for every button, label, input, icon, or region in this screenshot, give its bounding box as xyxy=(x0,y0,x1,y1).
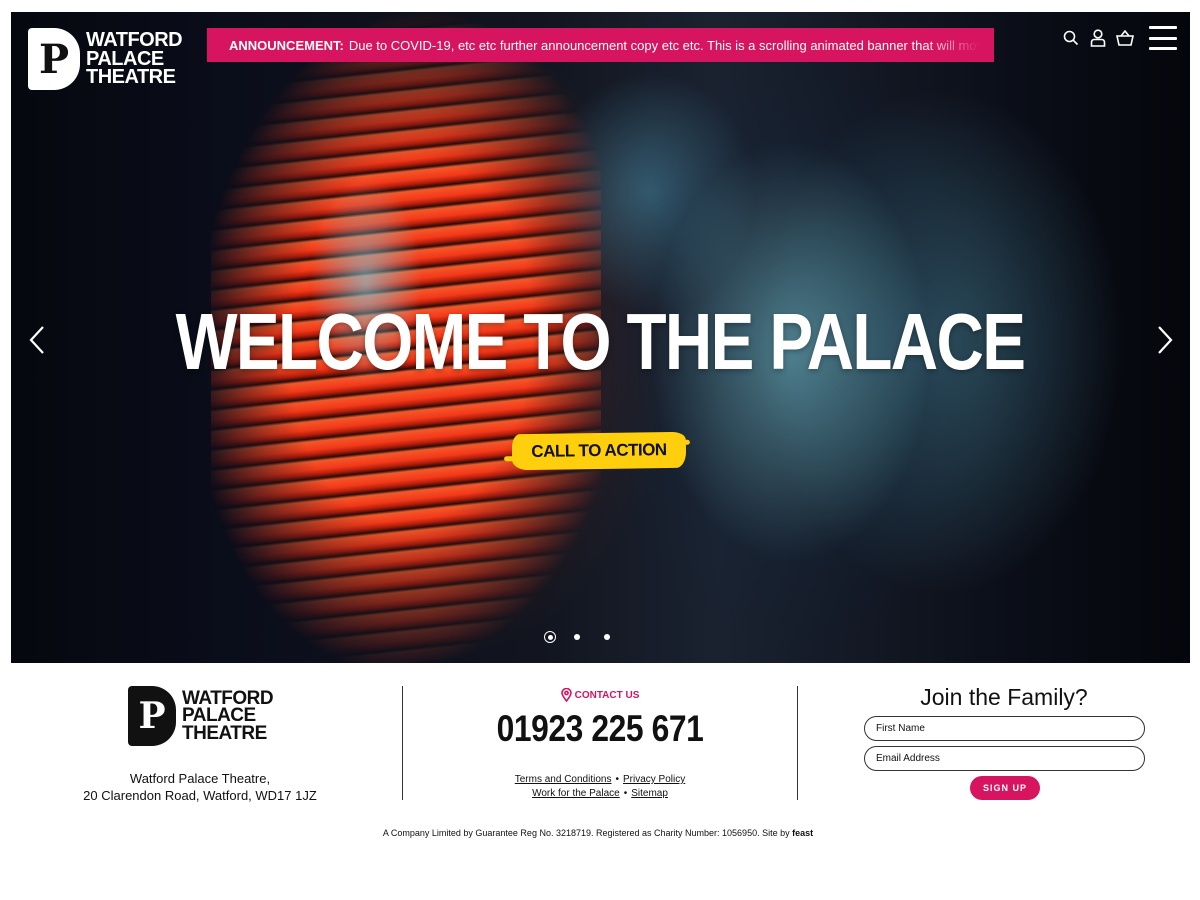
link-separator: • xyxy=(623,788,628,799)
phone-number[interactable]: 01923 225 671 xyxy=(430,708,771,750)
carousel-dots xyxy=(544,631,634,643)
announcement-text: Due to COVID-19, etc etc further announc… xyxy=(348,37,991,53)
announcement-label: ANNOUNCEMENT: xyxy=(229,37,344,53)
address-line: 20 Clarendon Road, Watford, WD17 1JZ xyxy=(83,788,317,803)
site-logo[interactable]: P Watford Palace Theatre xyxy=(28,28,183,90)
account-icon xyxy=(1090,29,1106,47)
site-credit-link[interactable]: feast xyxy=(792,828,813,838)
search-icon xyxy=(1063,30,1079,46)
announcement-banner[interactable]: ANNOUNCEMENT: Due to COVID-19, etc etc f… xyxy=(207,28,994,62)
work-link[interactable]: Work for the Palace xyxy=(532,788,620,799)
carousel-dot-3[interactable] xyxy=(604,634,610,640)
logo-word: Theatre xyxy=(86,66,176,89)
footer-links: Terms and Conditions • Privacy Policy Work… xyxy=(402,773,798,801)
hero-title: WELCOME TO THE PALACE xyxy=(175,297,1026,386)
basket-button[interactable] xyxy=(1114,26,1136,50)
cta-label: CALL TO ACTION xyxy=(531,440,667,461)
header-icons xyxy=(1060,26,1177,50)
footer-logo-wordmark: Watford Palace Theatre xyxy=(182,689,274,744)
carousel-dot-2[interactable] xyxy=(574,634,580,640)
join-title: Join the Family? xyxy=(920,684,1088,710)
logo-mark: P xyxy=(28,28,80,90)
menu-icon xyxy=(1149,26,1177,29)
link-separator: • xyxy=(615,774,619,785)
menu-icon xyxy=(1149,36,1177,40)
chevron-right-icon xyxy=(1158,326,1173,354)
contact-us-label: CONTACT US xyxy=(574,689,640,701)
menu-icon xyxy=(1149,47,1177,50)
sign-up-button[interactable]: SIGN UP xyxy=(970,776,1040,800)
carousel-dot-1[interactable] xyxy=(544,631,556,643)
legal-copy: A Company Limited by Guarantee Reg No. 3… xyxy=(382,828,790,838)
sitemap-link[interactable]: Sitemap xyxy=(631,788,668,799)
legal-text: A Company Limited by Guarantee Reg No. 3… xyxy=(0,828,1196,838)
footer-logo[interactable]: P Watford Palace Theatre xyxy=(128,686,274,746)
chevron-left-icon xyxy=(29,326,44,354)
location-pin-icon xyxy=(560,688,572,702)
logo-word: Theatre xyxy=(182,722,267,744)
footer-logo-mark: P xyxy=(128,686,176,746)
contact-block: CONTACT US 01923 225 671 xyxy=(402,688,798,750)
footer-address: Watford Palace Theatre, 20 Clarendon Roa… xyxy=(60,770,340,804)
carousel-prev-button[interactable] xyxy=(22,323,52,357)
email-field[interactable] xyxy=(864,746,1145,771)
address-line: Watford Palace Theatre, xyxy=(129,771,271,786)
account-button[interactable] xyxy=(1087,26,1109,50)
announcement-fade xyxy=(924,28,994,62)
search-button[interactable] xyxy=(1060,26,1082,50)
call-to-action-button[interactable]: CALL TO ACTION xyxy=(511,431,687,471)
first-name-field[interactable] xyxy=(864,716,1145,741)
privacy-link[interactable]: Privacy Policy xyxy=(623,774,685,785)
contact-us-link[interactable]: CONTACT US xyxy=(402,688,798,702)
carousel-next-button[interactable] xyxy=(1150,323,1180,357)
logo-wordmark: Watford Palace Theatre xyxy=(86,30,183,89)
menu-button[interactable] xyxy=(1149,26,1177,50)
terms-link[interactable]: Terms and Conditions xyxy=(515,774,612,785)
basket-icon xyxy=(1116,30,1134,46)
